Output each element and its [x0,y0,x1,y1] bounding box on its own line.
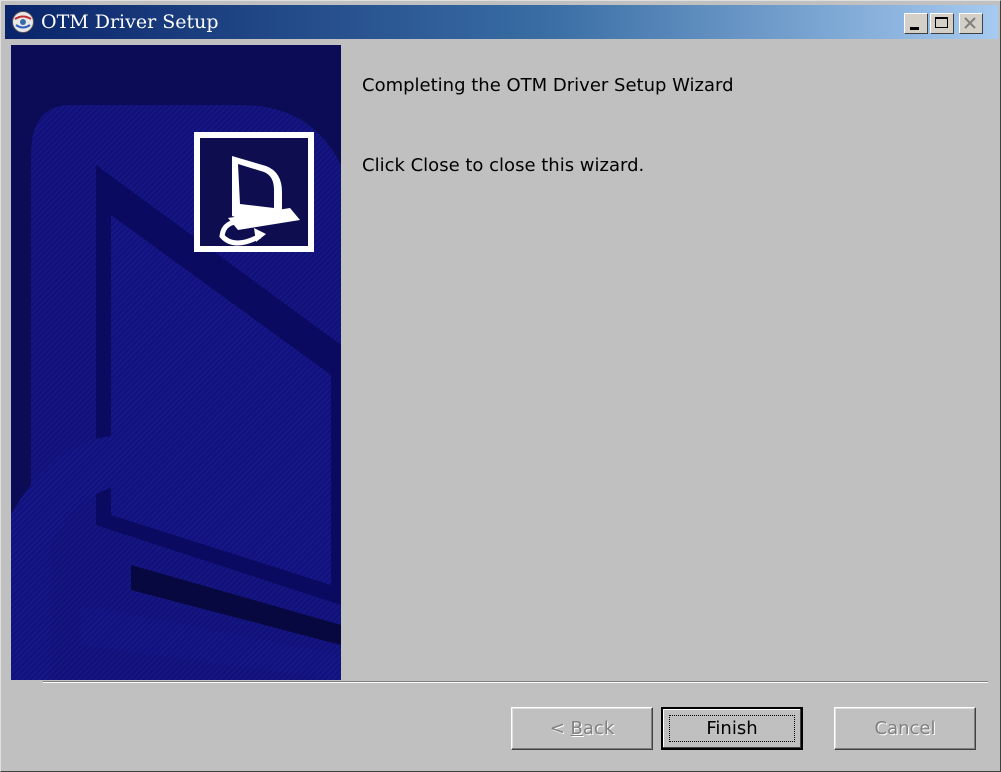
setup-globe-icon [12,11,34,33]
back-prefix: < [549,718,571,739]
finish-button[interactable]: Finish [661,707,803,750]
close-button[interactable] [959,13,983,34]
back-button-label: < Back [550,718,615,739]
computer-install-icon [219,156,300,246]
back-button[interactable]: < Back [511,707,653,750]
window-title: OTM Driver Setup [41,11,219,33]
close-icon [964,17,976,29]
setup-wizard-window: OTM Driver Setup Completing the OTM Driv… [0,0,1001,772]
wizard-banner [11,45,341,680]
cancel-button[interactable]: Cancel [834,707,976,750]
cancel-button-label: Cancel [874,718,936,739]
finish-button-label: Finish [706,718,758,739]
wizard-heading: Completing the OTM Driver Setup Wizard [362,75,734,96]
footer-separator-highlight [43,682,988,683]
minimize-icon [910,27,919,30]
title-bar[interactable]: OTM Driver Setup [5,5,998,39]
back-mnemonic: B [570,718,583,739]
maximize-icon [935,17,948,28]
minimize-button[interactable] [904,13,928,34]
wizard-body-text: Click Close to close this wizard. [362,155,645,176]
setup-logo-frame [194,132,314,252]
back-rest: ack [582,718,615,739]
maximize-button[interactable] [930,13,954,34]
